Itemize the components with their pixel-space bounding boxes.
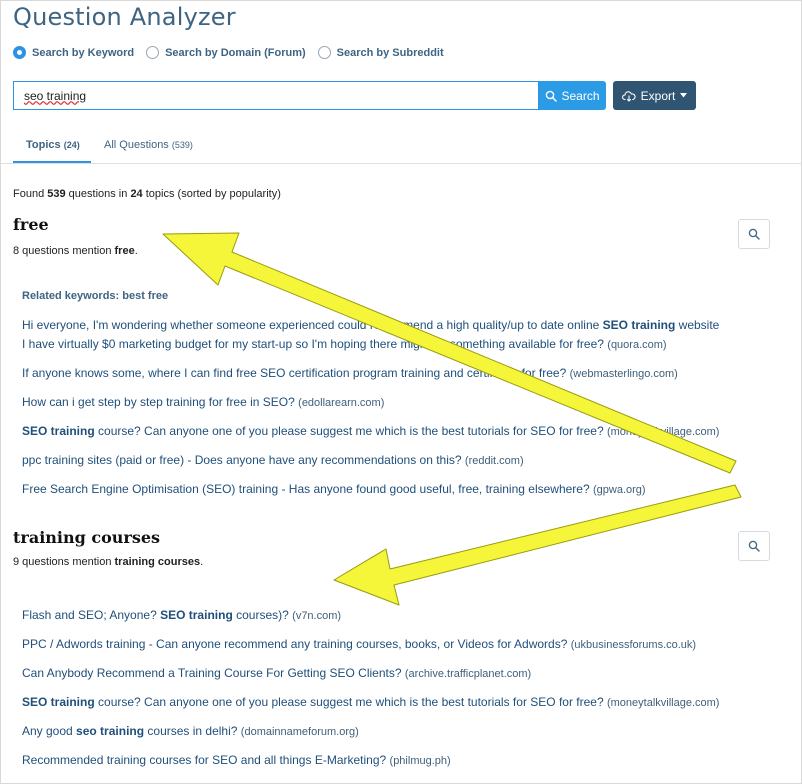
tab-label: Topics xyxy=(26,139,61,151)
search-button-label: Search xyxy=(561,88,600,103)
tab-all-questions[interactable]: All Questions (539) xyxy=(104,139,193,151)
topic-title: training courses xyxy=(13,528,161,547)
search-icon xyxy=(546,90,558,102)
tab-count: (24) xyxy=(63,140,80,150)
results-summary: Found 539 questions in 24 topics (sorted… xyxy=(13,188,281,200)
question-domain: (reddit.com) xyxy=(464,455,524,467)
arrow-annotation-to-training-courses xyxy=(333,484,742,606)
question-domain: (quora.com) xyxy=(607,339,667,351)
question-link[interactable]: Flash and SEO; Anyone? SEO training cour… xyxy=(22,608,341,622)
question-domain: (archive.trafficplanet.com) xyxy=(404,668,532,680)
question-link[interactable]: PPC / Adwords training - Can anyone reco… xyxy=(22,637,696,651)
magnifier-icon xyxy=(748,540,760,552)
radio-label: Search by Keyword xyxy=(32,46,135,59)
question-link[interactable]: SEO training course? Can anyone one of y… xyxy=(22,695,719,709)
search-input-value: seo training xyxy=(24,88,87,103)
results-tabs: Topics (24) All Questions (539) xyxy=(1,131,801,164)
export-button[interactable]: Export xyxy=(613,81,696,110)
radio-search-by-keyword[interactable]: Search by Keyword xyxy=(13,46,134,59)
magnifier-icon xyxy=(748,228,760,240)
topic-search-button[interactable] xyxy=(738,219,770,249)
question-link[interactable]: Recommended training courses for SEO and… xyxy=(22,753,451,767)
search-mode-group: Search by Keyword Search by Domain (Foru… xyxy=(13,46,446,59)
radio-label: Search by Subreddit xyxy=(336,46,444,59)
radio-search-by-domain[interactable]: Search by Domain (Forum) xyxy=(146,46,306,59)
question-link[interactable]: I have virtually $0 marketing budget for… xyxy=(22,337,667,351)
question-link[interactable]: Free Search Engine Optimisation (SEO) tr… xyxy=(22,482,646,496)
topic-title: free xyxy=(13,215,49,234)
question-link[interactable]: ppc training sites (paid or free) - Does… xyxy=(22,453,524,467)
radio-search-by-subreddit[interactable]: Search by Subreddit xyxy=(317,46,444,59)
question-domain: (edollarearn.com) xyxy=(298,397,385,409)
question-link[interactable]: How can i get step by step training for … xyxy=(22,395,384,409)
question-link[interactable]: If anyone knows some, where I can find f… xyxy=(22,366,678,380)
search-bar: seo training Search Export xyxy=(13,81,696,110)
question-domain: (philmug.ph) xyxy=(389,755,451,767)
question-link[interactable]: Can Anybody Recommend a Training Course … xyxy=(22,666,531,680)
question-link[interactable]: Any good seo training courses in delhi? … xyxy=(22,724,359,738)
question-domain: (moneytalkvillage.com) xyxy=(606,697,720,709)
radio-unselected-icon[interactable] xyxy=(146,46,160,59)
tab-count: (539) xyxy=(171,140,193,150)
topic-search-button[interactable] xyxy=(738,531,770,561)
question-link[interactable]: SEO training course? Can anyone one of y… xyxy=(22,424,719,438)
caret-down-icon xyxy=(680,93,688,98)
radio-selected-icon[interactable] xyxy=(13,46,26,59)
search-input[interactable]: seo training xyxy=(13,81,539,110)
radio-label: Search by Domain (Forum) xyxy=(165,46,306,59)
question-domain: (domainnameforum.org) xyxy=(240,726,359,738)
tab-label: All Questions xyxy=(104,139,169,151)
question-domain: (v7n.com) xyxy=(292,610,342,622)
question-domain: (moneytalkvillage.com) xyxy=(606,426,720,438)
page-title: Question Analyzer xyxy=(13,3,236,31)
question-domain: (ukbusinessforums.co.uk) xyxy=(570,639,697,651)
question-domain: (gpwa.org) xyxy=(593,484,646,496)
tab-topics[interactable]: Topics (24) xyxy=(26,139,80,151)
active-tab-indicator xyxy=(13,161,91,163)
search-button[interactable]: Search xyxy=(539,81,606,110)
export-button-label: Export xyxy=(640,88,676,103)
related-keywords: Related keywords: best free xyxy=(22,290,169,302)
radio-unselected-icon[interactable] xyxy=(317,46,331,59)
cloud-download-icon xyxy=(621,90,636,102)
topic-mention-count: 8 questions mention free. xyxy=(13,245,138,257)
question-domain: (webmasterlingo.com) xyxy=(569,368,678,380)
topic-mention-count: 9 questions mention training courses. xyxy=(13,556,204,568)
question-link[interactable]: Hi everyone, I'm wondering whether someo… xyxy=(22,318,719,332)
question-analyzer-page: Question Analyzer Search by Keyword Sear… xyxy=(0,0,802,784)
